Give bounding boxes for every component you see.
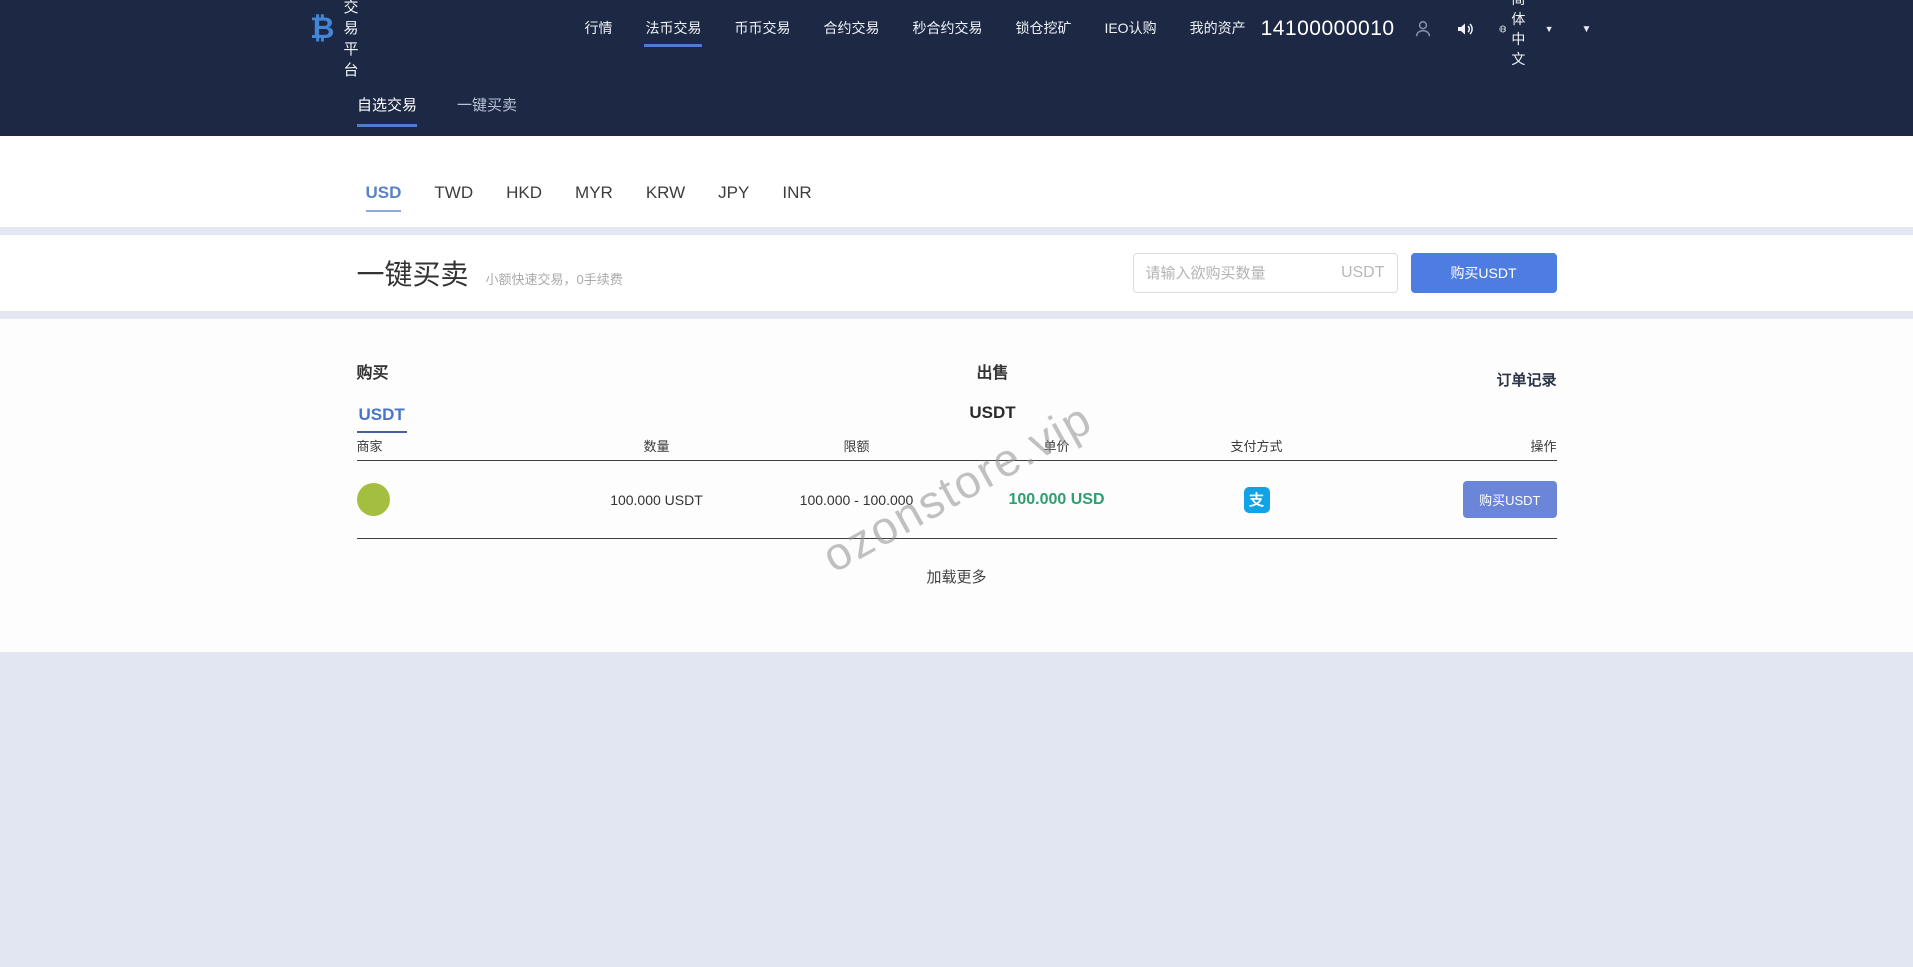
footer-empty-area bbox=[0, 652, 1913, 967]
language-label: 简体中文 bbox=[1511, 0, 1535, 69]
market-section: 购买 USDT 出售 USDT 订单记录 商家 数量 限额 单价 支付方式 操作 bbox=[0, 319, 1913, 652]
account-balance: 14100000010 bbox=[1261, 17, 1395, 41]
announcement-speaker-icon[interactable] bbox=[1455, 19, 1475, 39]
currency-tab-inr[interactable]: INR bbox=[782, 183, 811, 212]
tab-one-click-trade[interactable]: 一键买卖 bbox=[457, 94, 517, 127]
top-header: ₿ | 交易平台 行情 法币交易 币币交易 合约交易 秒合约交易 锁仓挖矿 IE… bbox=[0, 0, 1913, 136]
input-unit-label: USDT bbox=[1341, 264, 1385, 282]
merchant-avatar bbox=[357, 483, 390, 516]
col-header-action: 操作 bbox=[1357, 436, 1557, 455]
nav-item-spot-trade[interactable]: 币币交易 bbox=[733, 12, 791, 47]
table-header-row: 商家 数量 限额 单价 支付方式 操作 bbox=[357, 431, 1557, 461]
coin-logo-icon: ₿ bbox=[310, 14, 334, 44]
row-limit: 100.000 - 100.000 bbox=[757, 492, 957, 508]
nav-item-contract-trade[interactable]: 合约交易 bbox=[822, 12, 880, 47]
order-history-link[interactable]: 订单记录 bbox=[1496, 369, 1556, 390]
nav-item-lockup-mining[interactable]: 锁仓挖矿 bbox=[1014, 12, 1072, 47]
nav-item-market[interactable]: 行情 bbox=[583, 12, 613, 47]
currency-tab-twd[interactable]: TWD bbox=[434, 183, 473, 212]
sell-label: 出售 bbox=[969, 359, 1015, 383]
more-dropdown-icon[interactable]: ▼ bbox=[1581, 24, 1591, 35]
currency-tab-hkd[interactable]: HKD bbox=[506, 183, 542, 212]
load-more-button[interactable]: 加载更多 bbox=[357, 566, 1557, 587]
buy-label: 购买 bbox=[357, 359, 407, 383]
tab-optional-trade[interactable]: 自选交易 bbox=[357, 94, 417, 127]
chevron-down-icon: ▼ bbox=[1545, 24, 1554, 34]
currency-section: USD TWD HKD MYR KRW JPY INR bbox=[0, 136, 1913, 227]
nav-item-second-contract[interactable]: 秒合约交易 bbox=[911, 12, 983, 47]
main-nav-row: ₿ | 交易平台 行情 法币交易 币币交易 合约交易 秒合约交易 锁仓挖矿 IE… bbox=[0, 0, 1913, 58]
quick-trade-title: 一键买卖 bbox=[357, 253, 469, 293]
currency-tabs: USD TWD HKD MYR KRW JPY INR bbox=[357, 183, 1557, 227]
logo-title: | 交易平台 bbox=[343, 0, 358, 80]
buy-coin-tab-usdt[interactable]: USDT bbox=[357, 405, 407, 433]
nav-right-cluster: 14100000010 简体中 bbox=[1261, 0, 1592, 69]
merchant-table: 商家 数量 限额 单价 支付方式 操作 100.000 USDT 100.000… bbox=[357, 431, 1557, 539]
user-profile-icon[interactable] bbox=[1413, 19, 1433, 39]
row-amount: 100.000 USDT bbox=[557, 492, 757, 508]
sell-coin-usdt[interactable]: USDT bbox=[969, 403, 1015, 423]
section-divider bbox=[0, 227, 1913, 235]
currency-tab-myr[interactable]: MYR bbox=[575, 183, 613, 212]
language-selector[interactable]: 简体中文 ▼ bbox=[1499, 0, 1554, 69]
platform-logo[interactable]: ₿ | 交易平台 bbox=[310, 0, 358, 80]
currency-tab-krw[interactable]: KRW bbox=[646, 183, 685, 212]
sell-side-block: 出售 USDT bbox=[969, 359, 1015, 423]
main-nav: 行情 法币交易 币币交易 合约交易 秒合约交易 锁仓挖矿 IEO认购 我的资产 bbox=[583, 12, 1246, 47]
col-header-amount: 数量 bbox=[557, 436, 757, 455]
currency-tab-jpy[interactable]: JPY bbox=[718, 183, 749, 212]
nav-item-ieo[interactable]: IEO认购 bbox=[1103, 12, 1157, 47]
quick-trade-section: 一键买卖 小额快速交易，0手续费 USDT 购买USDT bbox=[0, 235, 1913, 311]
nav-item-my-assets[interactable]: 我的资产 bbox=[1189, 12, 1247, 47]
row-unit-price: 100.000 USD bbox=[957, 491, 1157, 509]
col-header-merchant: 商家 bbox=[357, 436, 557, 455]
col-header-limit: 限额 bbox=[757, 436, 957, 455]
currency-tab-usd[interactable]: USD bbox=[366, 183, 402, 212]
alipay-icon: 支 bbox=[1244, 487, 1270, 513]
section-divider bbox=[0, 311, 1913, 319]
col-header-price: 单价 bbox=[957, 436, 1157, 455]
buy-side-block: 购买 USDT bbox=[357, 359, 407, 433]
nav-item-fiat-trade[interactable]: 法币交易 bbox=[644, 12, 702, 47]
sub-nav-row: 自选交易 一键买卖 bbox=[0, 58, 1913, 136]
row-buy-usdt-button[interactable]: 购买USDT bbox=[1463, 481, 1556, 518]
table-row: 100.000 USDT 100.000 - 100.000 100.000 U… bbox=[357, 461, 1557, 539]
globe-icon bbox=[1499, 20, 1507, 38]
quick-trade-subtitle: 小额快速交易，0手续费 bbox=[486, 269, 623, 288]
col-header-payment: 支付方式 bbox=[1157, 436, 1357, 455]
buy-usdt-button[interactable]: 购买USDT bbox=[1411, 253, 1557, 293]
